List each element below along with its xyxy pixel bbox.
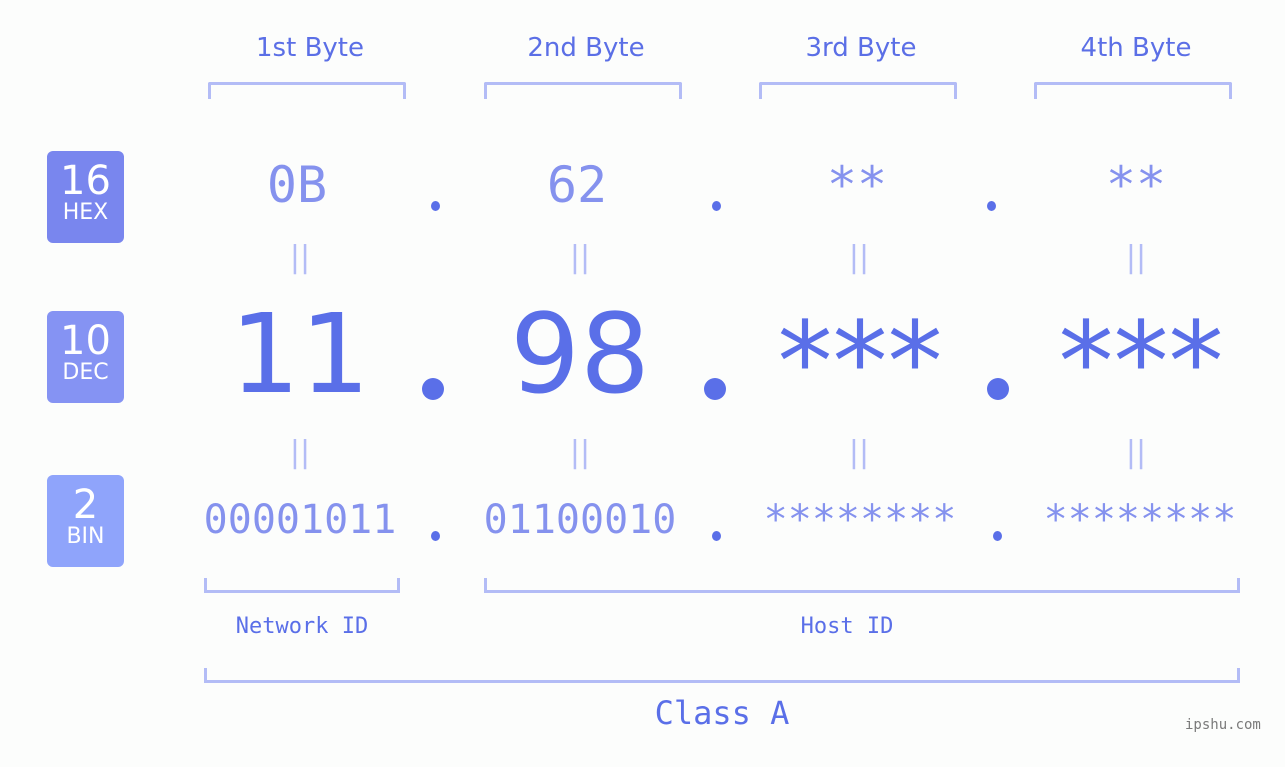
dec-byte-4: *** — [1058, 298, 1224, 426]
host-id-bracket — [484, 578, 1240, 593]
dec-base: 10 — [60, 318, 111, 364]
equals-sign: || — [569, 240, 591, 275]
bin-badge: 2 BIN — [47, 475, 124, 567]
byte-header-2: 2nd Byte — [527, 33, 645, 63]
bin-dot-3 — [993, 531, 1002, 541]
dec-byte-3: *** — [777, 298, 943, 426]
network-id-label: Network ID — [235, 614, 369, 639]
bin-byte-2: 01100010 — [483, 497, 677, 543]
hex-dot-1 — [431, 201, 440, 211]
hex-byte-4: ** — [1105, 156, 1167, 214]
equals-sign: || — [848, 240, 870, 275]
host-id-label: Host ID — [800, 614, 894, 639]
bin-dot-1 — [431, 531, 440, 541]
hex-base: 16 — [60, 158, 111, 204]
dec-dot-3 — [987, 378, 1009, 400]
byte-header-1: 1st Byte — [256, 33, 364, 63]
byte-bracket-2 — [484, 82, 682, 99]
bin-byte-1: 00001011 — [203, 497, 397, 543]
hex-label: HEX — [62, 200, 109, 225]
bin-dot-2 — [712, 531, 721, 541]
bin-byte-4: ******** — [1043, 497, 1237, 543]
bin-byte-3: ******** — [763, 497, 957, 543]
dec-label: DEC — [62, 360, 109, 385]
class-bracket — [204, 668, 1240, 683]
equals-sign: || — [1125, 240, 1147, 275]
equals-sign: || — [1125, 435, 1147, 470]
byte-header-4: 4th Byte — [1080, 33, 1192, 63]
hex-byte-2: 62 — [546, 156, 608, 214]
equals-sign: || — [289, 435, 311, 470]
bin-label: BIN — [66, 524, 105, 549]
hex-dot-3 — [987, 201, 996, 211]
dec-byte-2: 98 — [510, 290, 650, 418]
hex-byte-3: ** — [826, 156, 888, 214]
class-label: Class A — [654, 694, 790, 732]
equals-sign: || — [848, 435, 870, 470]
dec-dot-2 — [704, 378, 726, 400]
byte-bracket-3 — [759, 82, 957, 99]
bin-base: 2 — [72, 482, 99, 528]
watermark: ipshu.com — [1185, 717, 1261, 733]
dec-dot-1 — [422, 378, 444, 400]
dec-badge: 10 DEC — [47, 311, 124, 403]
byte-bracket-4 — [1034, 82, 1232, 99]
dec-byte-1: 11 — [230, 290, 370, 418]
equals-sign: || — [289, 240, 311, 275]
equals-sign: || — [569, 435, 591, 470]
hex-badge: 16 HEX — [47, 151, 124, 243]
hex-dot-2 — [712, 201, 721, 211]
byte-header-3: 3rd Byte — [805, 33, 917, 63]
network-id-bracket — [204, 578, 400, 593]
byte-bracket-1 — [208, 82, 406, 99]
hex-byte-1: 0B — [266, 156, 328, 214]
